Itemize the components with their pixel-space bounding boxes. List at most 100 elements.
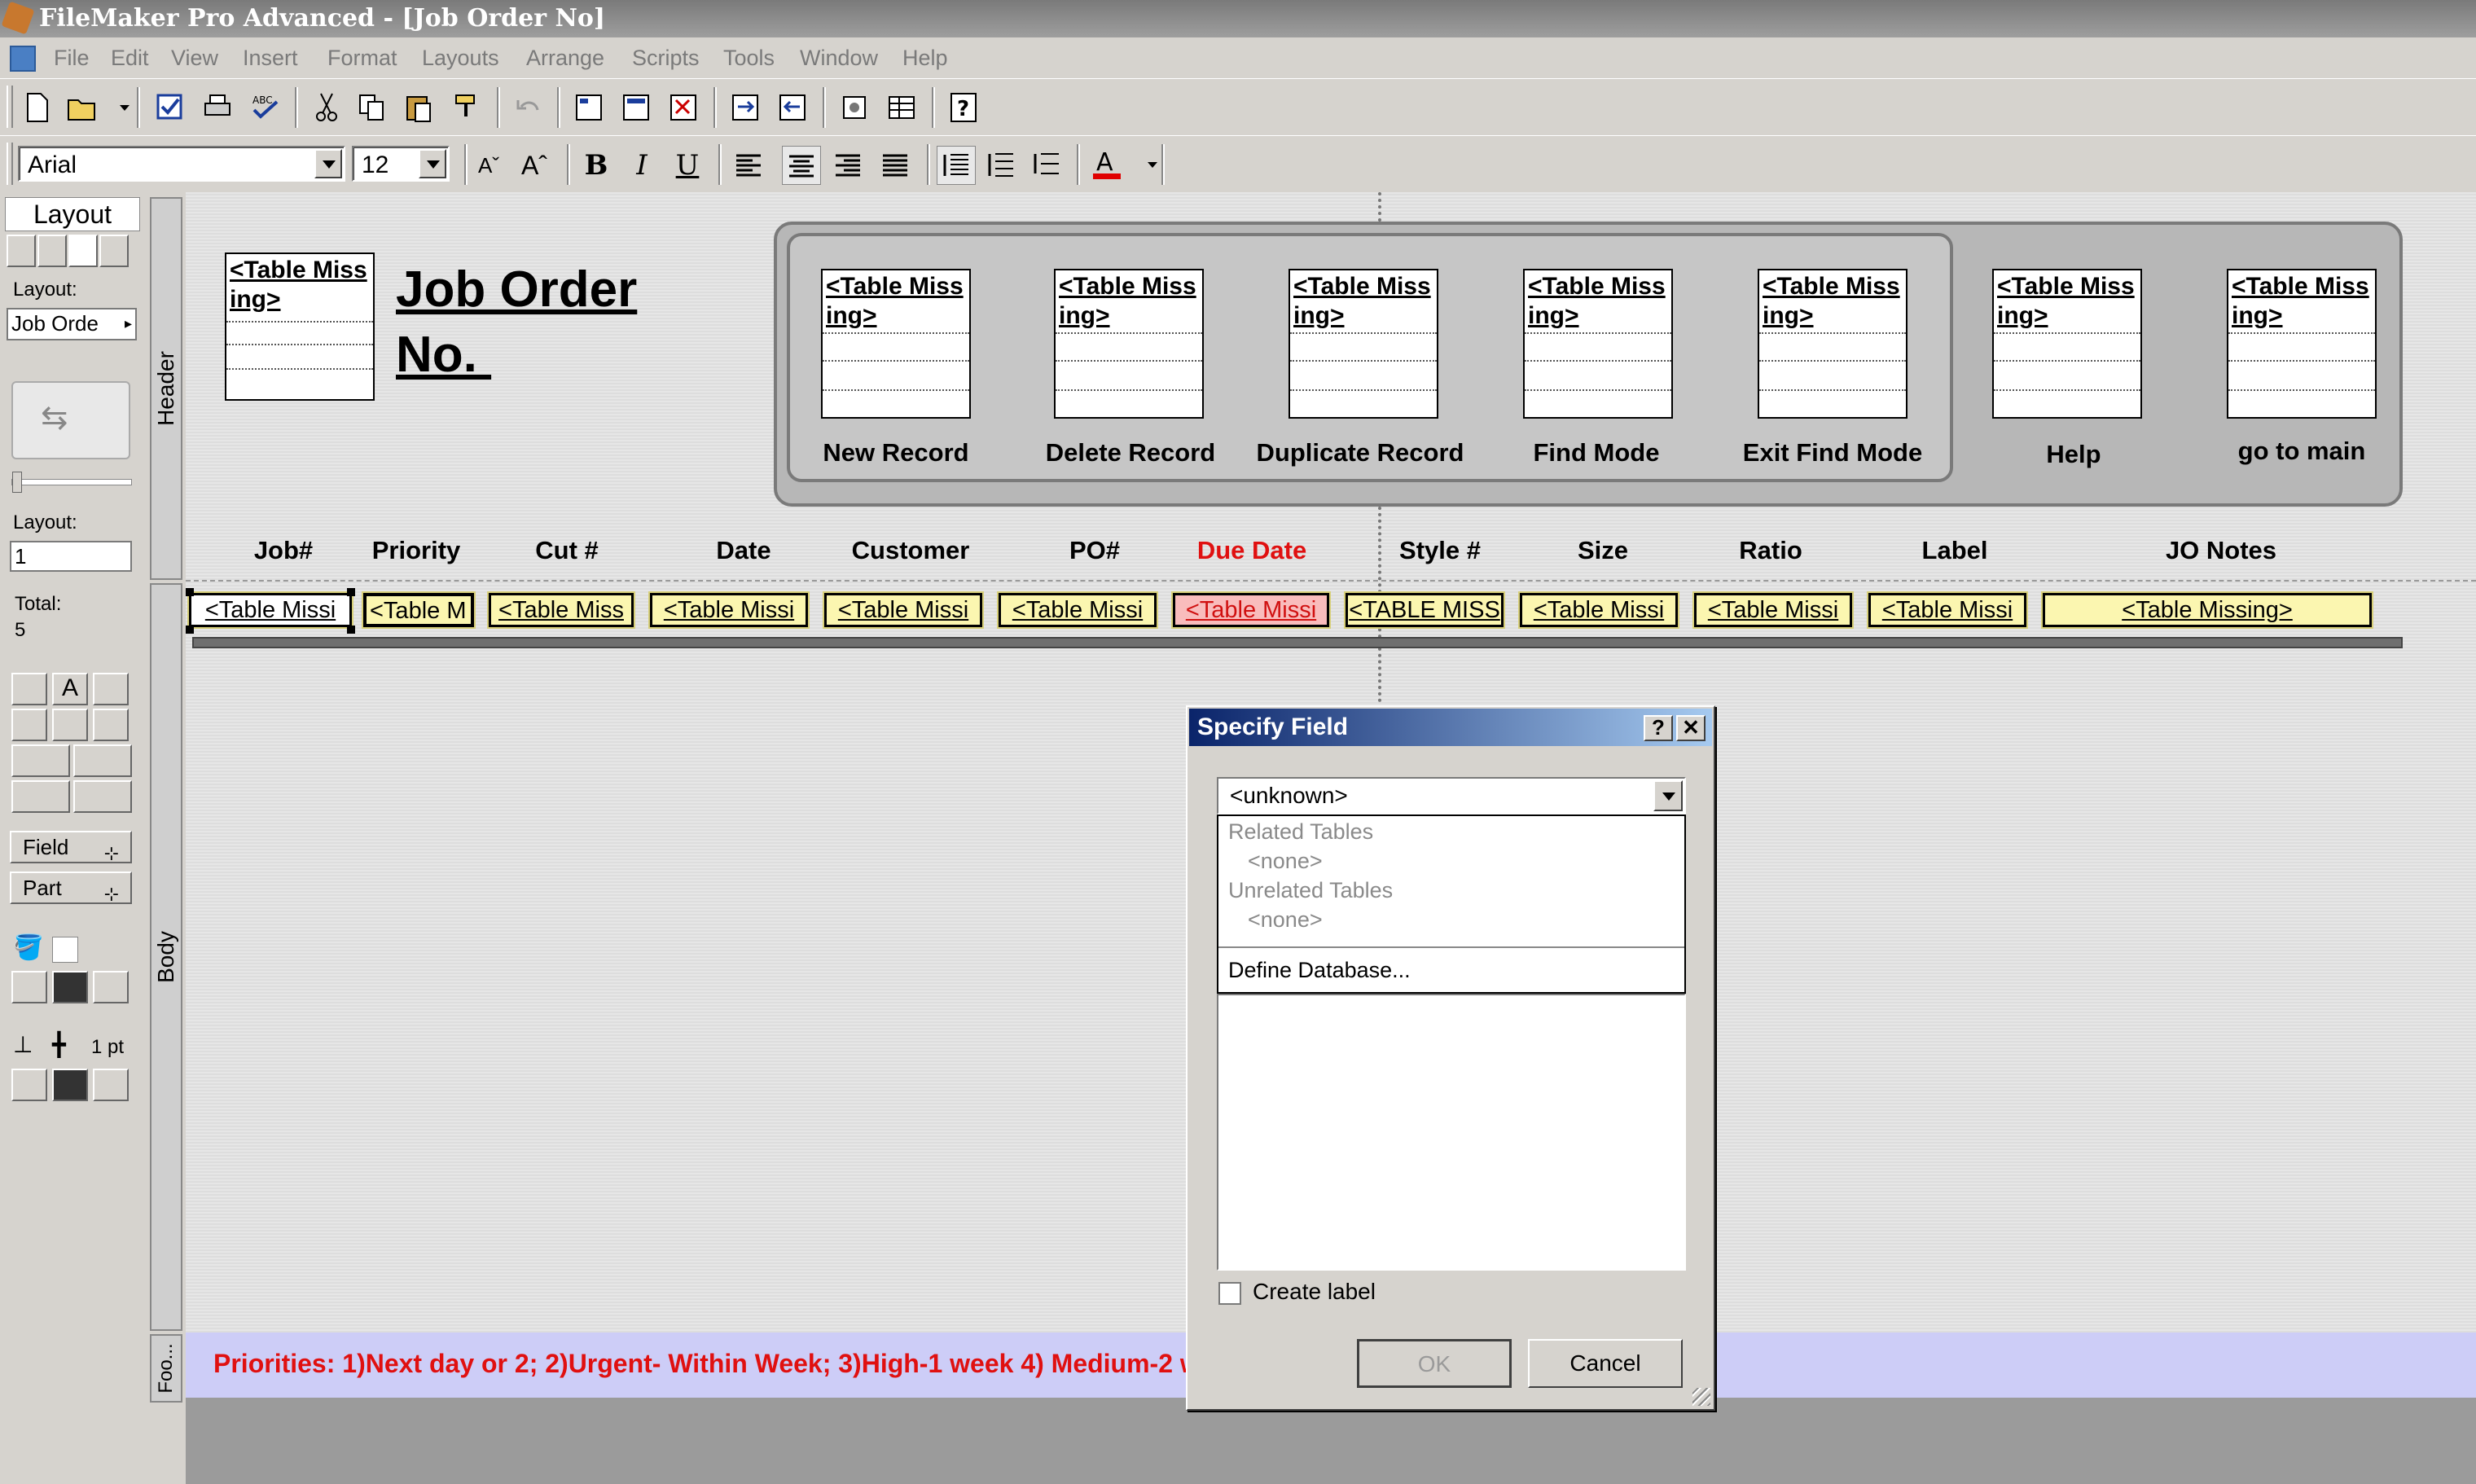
book-navigator[interactable]: ⇆ — [11, 381, 130, 459]
justify-icon[interactable] — [876, 146, 914, 183]
menu-help[interactable]: Help — [902, 37, 948, 78]
increase-font-size-icon[interactable]: Aˆ — [516, 147, 552, 183]
field-style[interactable]: <TABLE MISS — [1344, 591, 1505, 629]
cancel-button[interactable]: Cancel — [1528, 1339, 1683, 1388]
pointer-tool-icon[interactable] — [11, 673, 47, 705]
find-mode-button[interactable]: <Table Miss ing> — [1523, 269, 1673, 419]
field-tool-icon[interactable] — [73, 780, 132, 813]
oval-tool-icon[interactable] — [93, 709, 129, 741]
slider-thumb[interactable] — [12, 472, 22, 493]
selection-handle[interactable] — [347, 626, 355, 634]
menu-arrange[interactable]: Arrange — [526, 37, 604, 78]
ok-button[interactable]: OK — [1357, 1339, 1512, 1388]
fill-pattern-icon[interactable] — [52, 971, 88, 1003]
align-right-icon[interactable] — [829, 146, 867, 183]
commit-checkbox-icon[interactable] — [151, 89, 189, 126]
part-tab-body[interactable]: Body — [150, 583, 182, 1331]
preview-mode-icon[interactable] — [99, 235, 129, 267]
align-center-icon[interactable] — [782, 146, 821, 185]
font-size-select[interactable]: 12 — [352, 146, 450, 182]
menu-file[interactable]: File — [54, 37, 90, 78]
dialog-close-button[interactable]: ✕ — [1676, 715, 1706, 741]
underline-icon[interactable]: U — [669, 147, 705, 183]
decrease-font-size-icon[interactable]: Aˇ — [471, 147, 507, 183]
menu-layouts[interactable]: Layouts — [422, 37, 499, 78]
format-painter-icon[interactable] — [448, 89, 485, 126]
new-file-icon[interactable] — [18, 89, 55, 126]
bold-icon[interactable]: B — [578, 147, 614, 183]
rounded-rect-tool-icon[interactable] — [52, 709, 88, 741]
menu-edit[interactable]: Edit — [111, 37, 149, 78]
chevron-down-icon[interactable] — [419, 149, 446, 178]
new-layout-icon[interactable] — [570, 89, 608, 126]
chevron-down-icon[interactable] — [314, 149, 342, 178]
toolbar-grip[interactable] — [7, 86, 13, 128]
font-family-select[interactable]: Arial — [18, 146, 345, 182]
undo-icon[interactable] — [510, 89, 547, 126]
browse-mode-icon[interactable] — [7, 235, 36, 267]
menu-scripts[interactable]: Scripts — [632, 37, 700, 78]
copy-icon[interactable] — [353, 89, 391, 126]
open-recent-arrow-icon[interactable] — [106, 89, 130, 126]
double-spacing-icon[interactable] — [1028, 146, 1065, 183]
cut-icon[interactable] — [308, 89, 345, 126]
go-to-main-button[interactable]: <Table Miss ing> — [2227, 269, 2377, 419]
find-mode-icon[interactable] — [37, 235, 67, 267]
exit-find-mode-button[interactable]: <Table Miss ing> — [1758, 269, 1907, 419]
layout-popup[interactable]: Job Orde ▸ — [7, 308, 137, 340]
field-jo-notes[interactable]: <Table Missing> — [2041, 591, 2373, 629]
chevron-down-icon[interactable] — [1653, 780, 1683, 811]
field-customer[interactable]: <Table Missi — [823, 591, 984, 629]
scriptmaker-icon[interactable] — [836, 89, 873, 126]
field-po[interactable]: <Table Missi — [997, 591, 1158, 629]
pen-color-palette-icon[interactable] — [11, 1069, 47, 1101]
layout-number-field[interactable]: 1 — [10, 541, 132, 572]
duplicate-record-button[interactable]: <Table Miss ing> — [1288, 269, 1438, 419]
fill-color-swatch[interactable] — [52, 937, 78, 963]
tab-control-tool-icon[interactable] — [73, 744, 132, 777]
line-tool-icon[interactable] — [93, 673, 129, 705]
dropdown-item-define-database[interactable]: Define Database... — [1228, 958, 1411, 983]
field-cut[interactable]: <Table Miss — [487, 591, 635, 629]
line-width-icon[interactable]: ╋ — [52, 1031, 77, 1057]
delete-record-button[interactable]: <Table Miss ing> — [1054, 269, 1204, 419]
one-half-spacing-icon[interactable] — [982, 146, 1020, 183]
field-list[interactable] — [1217, 994, 1686, 1271]
text-color-icon[interactable]: A — [1088, 146, 1126, 183]
button-tool-icon[interactable] — [11, 744, 70, 777]
menu-view[interactable]: View — [171, 37, 218, 78]
export-icon[interactable] — [774, 89, 811, 126]
create-label-text[interactable]: Create label — [1253, 1279, 1376, 1305]
menu-insert[interactable]: Insert — [243, 37, 298, 78]
portal-tool-icon[interactable] — [11, 780, 70, 813]
table-select[interactable]: <unknown> — [1217, 777, 1686, 814]
menu-format[interactable]: Format — [327, 37, 397, 78]
selection-handle[interactable] — [186, 588, 194, 596]
toolbar-grip[interactable] — [7, 143, 13, 185]
line-style-icon[interactable] — [93, 1069, 129, 1101]
field-label[interactable]: <Table Missi — [1867, 591, 2028, 629]
fill-effect-icon[interactable] — [93, 971, 129, 1003]
new-record-button[interactable]: <Table Miss ing> — [821, 269, 971, 419]
part-tab-footer[interactable]: Foo... — [150, 1334, 182, 1403]
menu-tools[interactable]: Tools — [723, 37, 775, 78]
field-button[interactable]: Field ⊹ — [10, 831, 132, 863]
resize-grip-icon[interactable] — [1692, 1388, 1710, 1406]
print-icon[interactable] — [199, 89, 236, 126]
dialog-title-bar[interactable]: Specify Field ? ✕ — [1189, 709, 1712, 746]
logo-placeholder[interactable]: <Table Miss ing> — [225, 252, 375, 401]
document-icon[interactable] — [10, 46, 36, 72]
import-icon[interactable] — [727, 89, 764, 126]
selection-handle[interactable] — [186, 626, 194, 634]
layout-mode-icon[interactable] — [68, 235, 98, 267]
part-tab-header[interactable]: Header — [150, 197, 182, 580]
text-tool-icon[interactable]: A — [52, 673, 88, 705]
fill-color-bucket-icon[interactable]: 🪣 — [13, 933, 43, 963]
part-button[interactable]: Part ⊹ — [10, 872, 132, 904]
field-due-date[interactable]: <Table Missi — [1171, 591, 1331, 629]
field-size[interactable]: <Table Missi — [1518, 591, 1679, 629]
dialog-help-button[interactable]: ? — [1644, 715, 1673, 741]
pen-pattern-icon[interactable] — [52, 1069, 88, 1101]
spelling-icon[interactable]: ABC — [248, 89, 285, 126]
duplicate-layout-icon[interactable] — [617, 89, 655, 126]
